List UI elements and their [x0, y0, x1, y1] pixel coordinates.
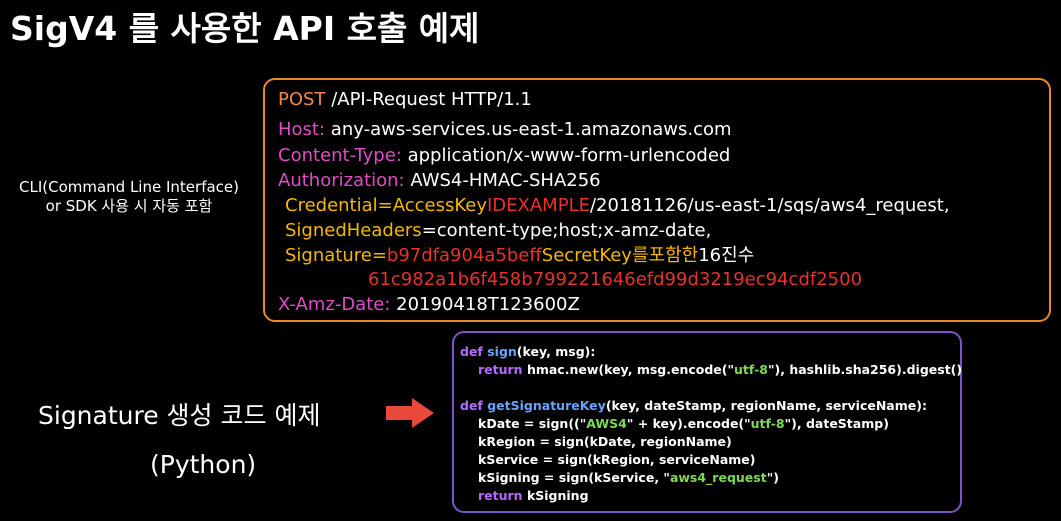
code-keyword: def — [460, 344, 488, 359]
side-note: CLI(Command Line Interface) or SDK 사용 시 … — [0, 178, 258, 216]
credential-access-key: AccessKey — [392, 195, 487, 216]
right-arrow-icon — [386, 398, 434, 428]
request-path: /API-Request HTTP/1.1 — [331, 89, 532, 110]
signed-headers-value: =content-type;host;x-amz-date, — [421, 220, 712, 241]
code-line-1: def sign(key, msg): — [460, 343, 595, 361]
code-string: aws4_request — [669, 470, 767, 485]
code-keyword: def — [460, 398, 488, 413]
signed-headers-key: SignedHeaders — [285, 220, 422, 241]
code-line-8: kSigning = sign(kService, "aws4_request"… — [478, 469, 779, 487]
code-text: ") — [766, 470, 779, 485]
code-text: kSigning — [526, 488, 589, 503]
code-line-2: return hmac.new(key, msg.encode("utf-8")… — [478, 361, 962, 379]
credential-scope: /20181126/us-east-1/sqs/aws4_request, — [589, 195, 950, 216]
code-function-name: getSignatureKey — [487, 398, 606, 413]
http-method: POST — [278, 89, 326, 110]
signature-continued: 61c982a1b6f458b799221646efd99d3219ec94cd… — [368, 268, 862, 292]
side-note-line-2: or SDK 사용 시 자동 포함 — [45, 197, 213, 215]
date-header: X-Amz-Date: 20190418T123600Z — [278, 293, 580, 317]
authorization-key: Authorization: — [278, 170, 405, 191]
code-text: (key, dateStamp, regionName, serviceName… — [605, 398, 927, 413]
code-string: utf-8 — [750, 416, 785, 431]
date-key: X-Amz-Date: — [278, 294, 391, 315]
host-header: Host: any-aws-services.us-east-1.amazona… — [278, 118, 732, 142]
code-text: kDate = sign((" — [478, 416, 587, 431]
host-value: any-aws-services.us-east-1.amazonaws.com — [330, 119, 732, 140]
code-text: "), hashlib.sha256).digest() — [768, 362, 963, 377]
code-line-9: return kSigning — [478, 487, 589, 505]
signature-part-1: b97dfa904a5beff — [386, 245, 542, 266]
code-text: kSigning = sign(kService, " — [478, 470, 670, 485]
signature-code-label: Signature 생성 코드 예제 — [38, 401, 321, 430]
credential-line: Credential=AccessKeyIDEXAMPLE/20181126/u… — [285, 194, 950, 218]
code-line-5: kDate = sign(("AWS4" + key).encode("utf-… — [478, 415, 889, 433]
credential-key: Credential= — [285, 195, 393, 216]
code-line-4: def getSignatureKey(key, dateStamp, regi… — [460, 397, 927, 415]
code-text: hmac.new(key, msg.encode(" — [526, 362, 735, 377]
content-type-key: Content-Type: — [278, 145, 402, 166]
signature-note: SecretKey를포함한 — [541, 245, 699, 266]
request-line: POST /API-Request HTTP/1.1 — [278, 88, 532, 112]
signature-code-sublabel: (Python) — [150, 450, 257, 479]
signed-headers-line: SignedHeaders=content-type;host;x-amz-da… — [285, 219, 711, 243]
code-string: utf-8 — [734, 362, 768, 377]
signature-part-2: 61c982a1b6f458b799221646efd99d3219ec94cd… — [368, 269, 863, 290]
content-type-header: Content-Type: application/x-www-form-url… — [278, 144, 730, 168]
code-text: (key, msg): — [516, 344, 596, 359]
host-key: Host: — [278, 119, 326, 140]
signature-note-2: 16진수 — [698, 245, 755, 266]
code-text: " + key).encode(" — [626, 416, 751, 431]
date-value: 20190418T123600Z — [396, 294, 580, 315]
credential-id: IDEXAMPLE — [487, 195, 590, 216]
signature-key: Signature= — [285, 245, 387, 266]
code-text: "), dateStamp) — [784, 416, 889, 431]
content-type-value: application/x-www-form-urlencoded — [407, 145, 731, 166]
side-note-line-1: CLI(Command Line Interface) — [18, 178, 239, 196]
authorization-value: AWS4-HMAC-SHA256 — [410, 170, 601, 191]
code-function-name: sign — [487, 344, 517, 359]
code-line-7: kService = sign(kRegion, serviceName) — [478, 452, 756, 467]
signature-line: Signature=b97dfa904a5beffSecretKey를포함한16… — [285, 244, 754, 268]
authorization-header: Authorization: AWS4-HMAC-SHA256 — [278, 169, 601, 193]
page-title: SigV4 를 사용한 API 호출 예제 — [10, 9, 480, 48]
code-line-6: kRegion = sign(kDate, regionName) — [478, 434, 732, 449]
code-string: AWS4 — [586, 416, 627, 431]
code-keyword: return — [478, 362, 527, 377]
code-keyword: return — [478, 488, 527, 503]
